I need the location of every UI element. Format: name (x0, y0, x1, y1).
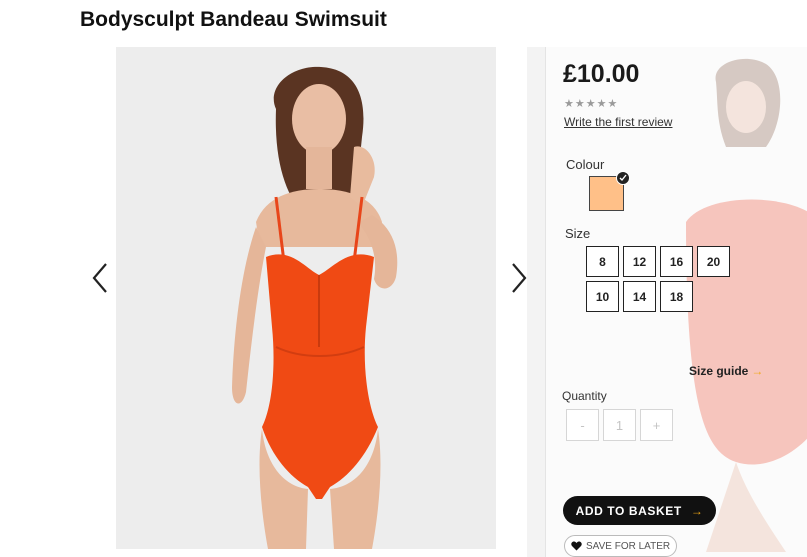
quantity-label: Quantity (562, 389, 607, 403)
product-image[interactable] (116, 47, 496, 549)
size-guide-link[interactable]: Size guide → (689, 364, 763, 378)
previous-image-button[interactable] (86, 255, 114, 301)
star-icon: ★ (607, 98, 618, 110)
write-review-link[interactable]: Write the first review (564, 115, 672, 129)
size-label: Size (565, 226, 591, 241)
size-option-8[interactable]: 8 (586, 246, 619, 277)
colour-label: Colour (566, 157, 605, 172)
chevron-right-icon (512, 263, 527, 293)
arrow-right-icon: → (690, 503, 704, 518)
checkmark-icon (616, 171, 630, 185)
star-icon: ★ (574, 98, 585, 110)
product-title: Bodysculpt Bandeau Swimsuit (80, 8, 387, 31)
size-option-12[interactable]: 12 (623, 246, 656, 277)
save-for-later-label: SAVE FOR LATER (586, 540, 671, 552)
star-icon: ★ (585, 98, 596, 110)
add-to-basket-label: ADD TO BASKET (575, 503, 682, 518)
size-option-16[interactable]: 16 (660, 246, 693, 277)
add-to-basket-button[interactable]: ADD TO BASKET → (563, 496, 716, 525)
quantity-input[interactable]: 1 (603, 409, 636, 441)
size-option-18[interactable]: 18 (660, 281, 693, 312)
chevron-left-icon (92, 263, 107, 293)
size-option-14[interactable]: 14 (623, 281, 656, 312)
size-option-20[interactable]: 20 (697, 246, 730, 277)
quantity-increase-button[interactable]: + (640, 409, 673, 441)
heart-icon (571, 541, 582, 551)
product-price: £10.00 (563, 60, 640, 88)
quantity-decrease-button[interactable]: - (566, 409, 599, 441)
star-rating: ★ ★ ★ ★ ★ (564, 98, 617, 110)
save-for-later-button[interactable]: SAVE FOR LATER (564, 535, 677, 557)
size-option-10[interactable]: 10 (586, 281, 619, 312)
size-guide-label: Size guide (689, 364, 749, 378)
star-icon: ★ (564, 98, 574, 110)
model-photo (116, 47, 496, 549)
arrow-right-icon: → (751, 364, 764, 378)
star-icon: ★ (596, 98, 607, 110)
